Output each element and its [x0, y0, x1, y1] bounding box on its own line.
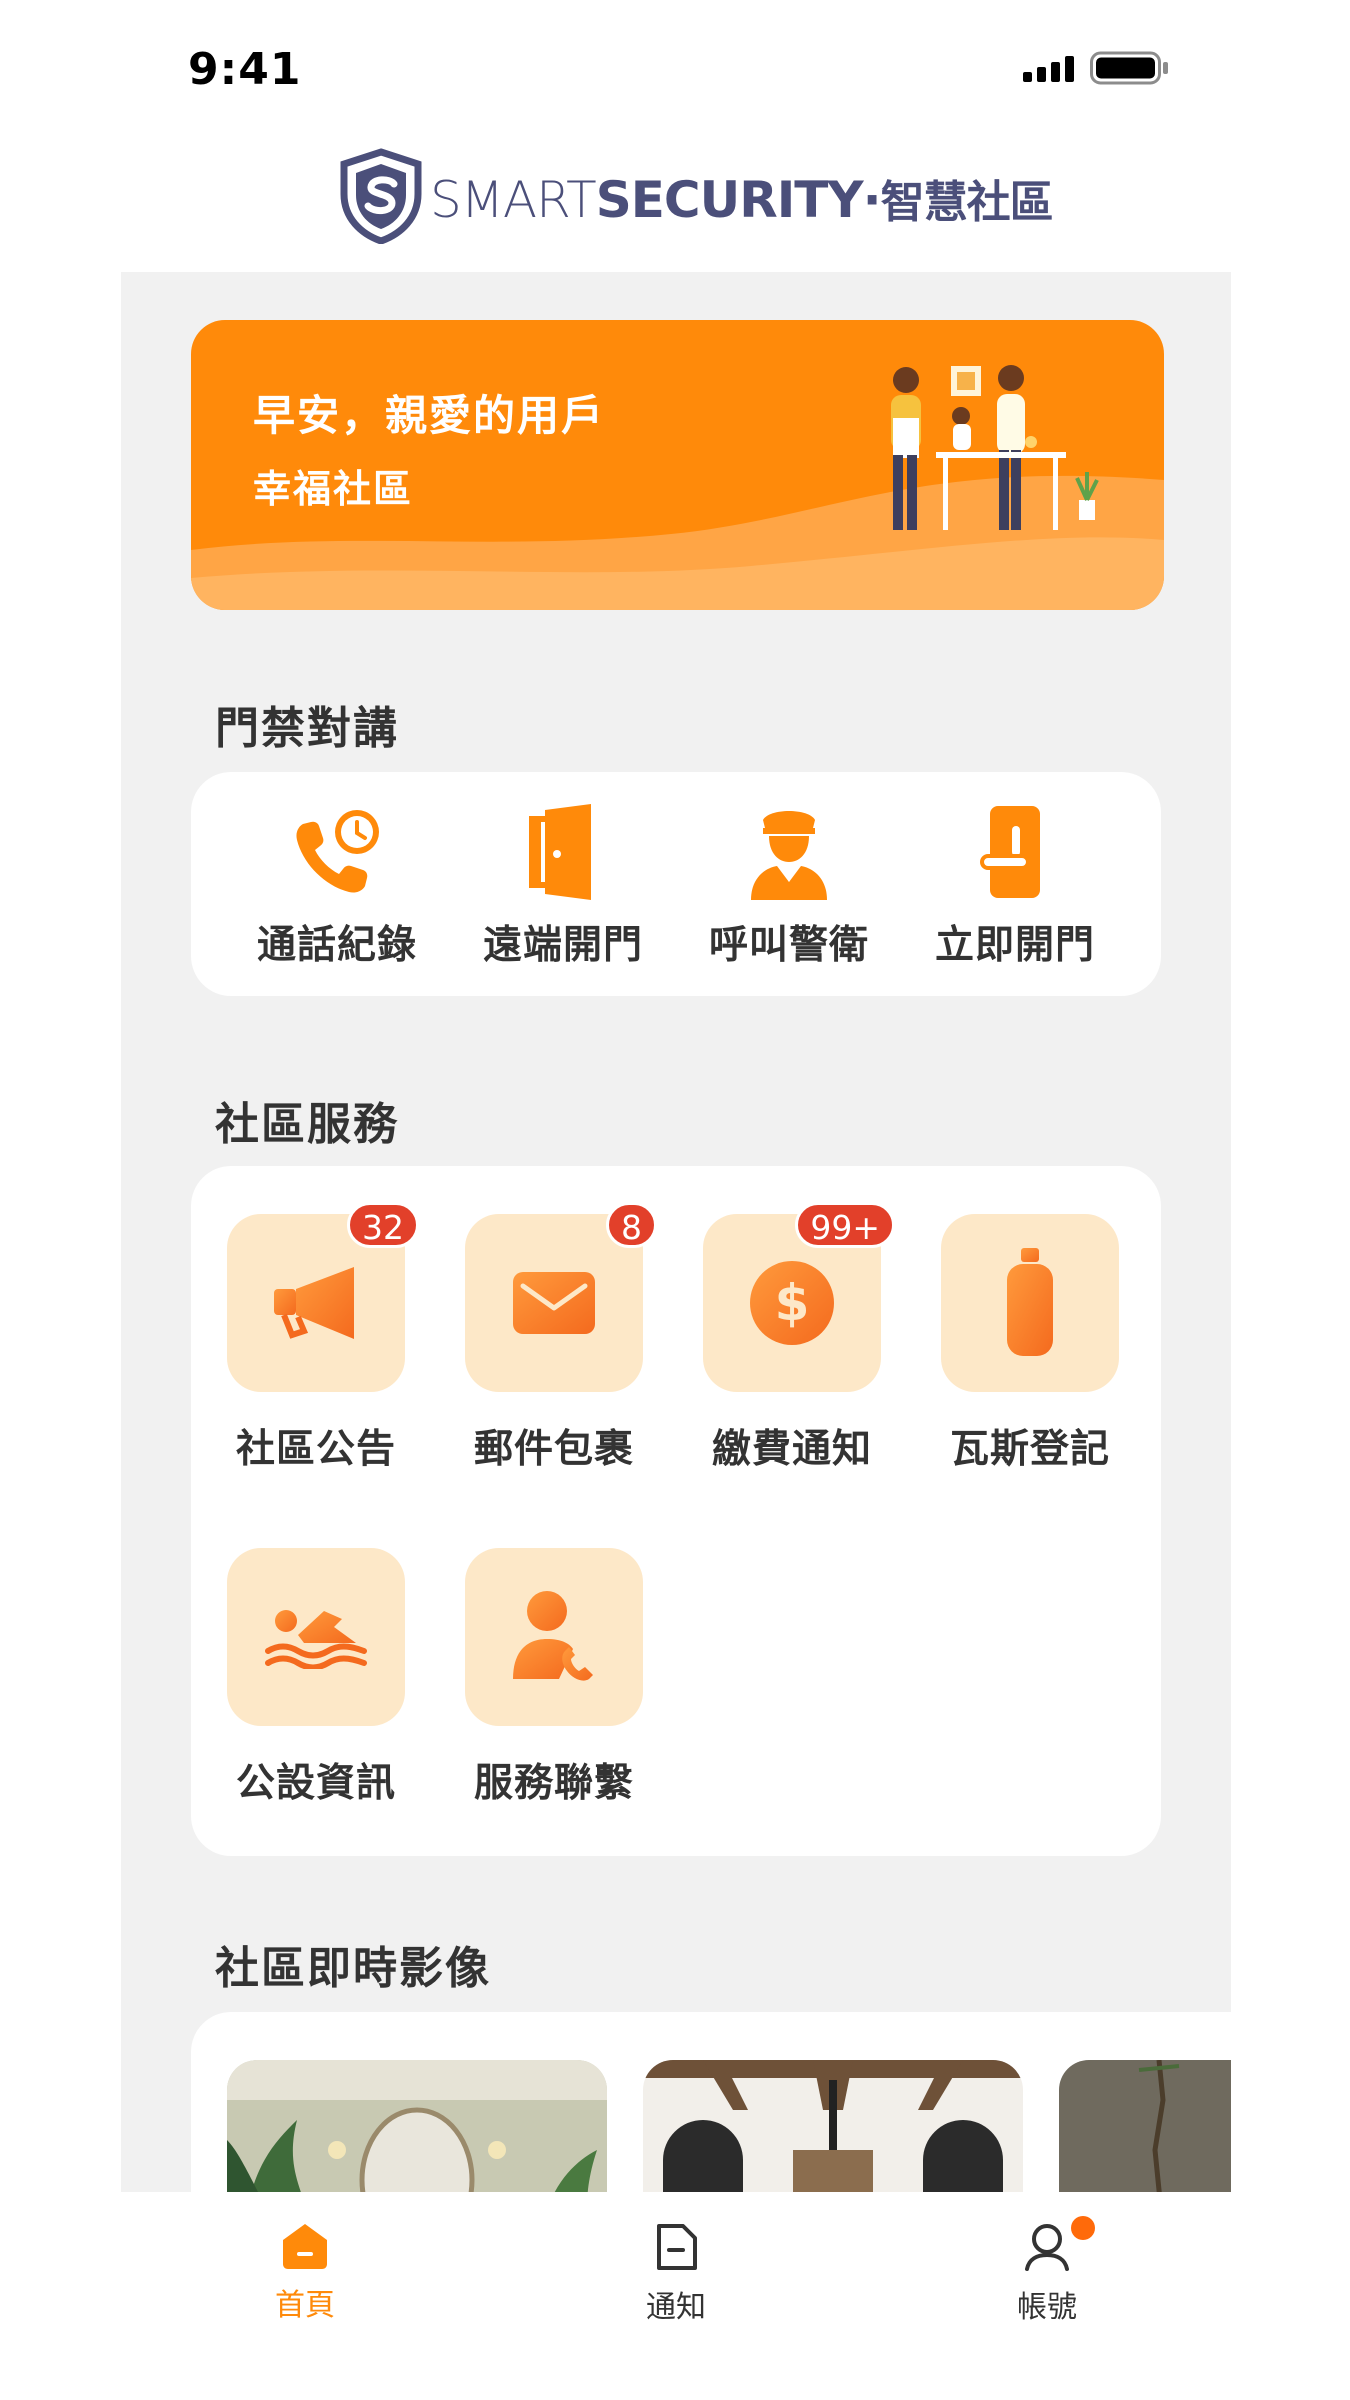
- logo-cn: 智慧社區: [880, 177, 1054, 228]
- account-notification-dot: [1071, 2216, 1095, 2240]
- battery-icon: [1090, 51, 1168, 85]
- guard-icon: [751, 811, 827, 900]
- service-facility-info[interactable]: 公設資訊: [201, 1548, 431, 1808]
- access-item-label: 遠端開門: [482, 923, 643, 968]
- logo-shield-icon: [340, 148, 422, 244]
- welcome-banner: 早安，親愛的用戶 幸福社區: [191, 320, 1164, 610]
- phone-clock-icon: [296, 810, 379, 893]
- access-item-label: 呼叫警衛: [708, 923, 869, 968]
- tab-notice[interactable]: 通知: [616, 2222, 736, 2326]
- service-label: 社區公告: [235, 1427, 396, 1472]
- service-payment-notice[interactable]: $ 99+ 繳費通知: [677, 1202, 907, 1474]
- access-item-call-guard[interactable]: 呼叫警衛: [689, 802, 889, 970]
- access-item-call-log[interactable]: 通話紀錄: [237, 802, 437, 970]
- camera-image-lobby: [227, 2060, 607, 2192]
- service-gas-registration[interactable]: 瓦斯登記: [915, 1214, 1145, 1474]
- camera-feed-hall[interactable]: [643, 2060, 1023, 2192]
- tab-account[interactable]: 帳號: [987, 2216, 1107, 2326]
- service-mail-package[interactable]: 8 郵件包裹: [439, 1202, 669, 1474]
- family-illustration: [891, 365, 1099, 530]
- payment-badge: 99+: [795, 1202, 895, 1248]
- section-title-cameras: 社區即時影像: [215, 1943, 491, 1994]
- tab-bar: 首頁 通知 帳號: [121, 2192, 1231, 2400]
- service-label: 郵件包裹: [473, 1427, 634, 1472]
- dollar-coin-icon: $: [750, 1261, 834, 1345]
- tab-home[interactable]: 首頁: [245, 2222, 365, 2324]
- service-label: 服務聯繫: [473, 1761, 634, 1806]
- access-item-label: 通話紀錄: [256, 923, 417, 968]
- service-label: 瓦斯登記: [949, 1427, 1110, 1472]
- service-label: 繳費通知: [711, 1427, 872, 1472]
- logo-smart: SMART: [430, 171, 597, 229]
- tab-account-label: 帳號: [1017, 2290, 1077, 2325]
- logo-security: SECURITY: [595, 171, 864, 229]
- camera-image-garden: [1059, 2060, 1231, 2192]
- services-card: 32 社區公告 8 郵件包裹 $ 99+ 繳費通知 瓦斯登記 公設資訊 服務聯繫: [191, 1166, 1161, 1856]
- access-item-open-now[interactable]: 立即開門: [915, 802, 1115, 970]
- camera-card: [191, 2012, 1231, 2192]
- mail-icon: [513, 1272, 595, 1334]
- user-icon: [1025, 2224, 1069, 2271]
- signal-icon: [1023, 56, 1074, 82]
- access-item-label: 立即開門: [934, 923, 1095, 968]
- home-icon: [283, 2224, 327, 2269]
- service-contact[interactable]: 服務聯繫: [439, 1548, 669, 1808]
- announcement-badge: 32: [347, 1202, 419, 1248]
- door-open-icon: [529, 804, 591, 900]
- contact-phone-icon: [513, 1591, 593, 1681]
- access-item-remote-open[interactable]: 遠端開門: [463, 802, 663, 970]
- document-icon: [657, 2224, 697, 2270]
- swimmer-icon: [265, 1610, 367, 1669]
- svg-text:$: $: [775, 1274, 810, 1332]
- section-title-services: 社區服務: [215, 1099, 399, 1150]
- logo-dot: ·: [862, 171, 882, 229]
- megaphone-icon: [274, 1267, 354, 1339]
- mail-badge: 8: [606, 1202, 657, 1248]
- service-announcement[interactable]: 32 社區公告: [201, 1202, 431, 1474]
- status-bar: 9:41: [0, 0, 1350, 140]
- community-name: 幸福社區: [253, 467, 414, 511]
- tab-home-label: 首頁: [275, 2288, 335, 2323]
- tab-notice-label: 通知: [646, 2290, 706, 2325]
- greeting-text: 早安，親愛的用戶: [253, 391, 606, 440]
- door-handle-icon: [980, 806, 1040, 898]
- app-header: SMARTSECURITY·智慧社區: [0, 140, 1350, 270]
- status-time: 9:41: [188, 44, 302, 95]
- camera-feed-lobby[interactable]: [227, 2060, 607, 2192]
- camera-feed-garden[interactable]: [1059, 2060, 1231, 2192]
- camera-image-hall: [643, 2060, 1023, 2192]
- app-logo: SMARTSECURITY·智慧社區: [430, 166, 1054, 230]
- gas-tank-icon: [1007, 1248, 1053, 1356]
- section-title-access: 門禁對講: [215, 703, 399, 754]
- main-content[interactable]: 早安，親愛的用戶 幸福社區 門禁對講 通話紀錄 遠端開門 呼叫警衛 立即開門 社…: [121, 272, 1231, 2192]
- access-card: 通話紀錄 遠端開門 呼叫警衛 立即開門: [191, 772, 1161, 996]
- service-label: 公設資訊: [235, 1761, 396, 1806]
